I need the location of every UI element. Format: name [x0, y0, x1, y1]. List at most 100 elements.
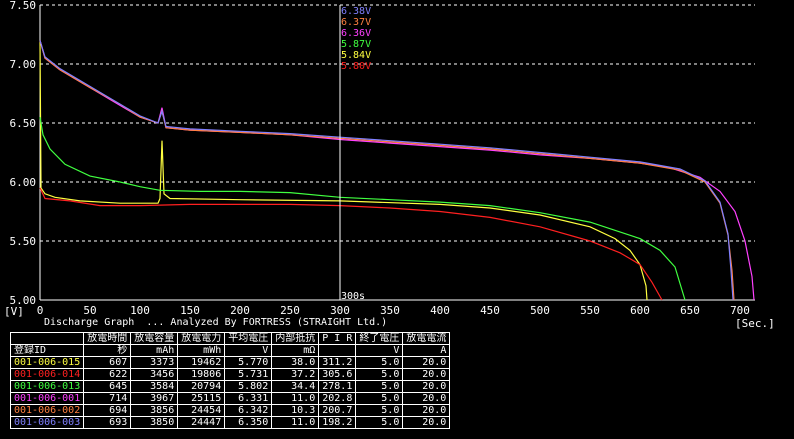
series-line-001-006-002 [39, 40, 735, 301]
cursor-readout: 5.87V [341, 39, 371, 50]
registration-id: 001-006-015 [9, 356, 85, 369]
x-tick-label: 150 [180, 304, 200, 317]
cursor-readout: 5.84V [341, 50, 371, 61]
table-cell: 20794 [177, 380, 226, 393]
table-cell: 37.2 [271, 368, 320, 381]
table-row: 001-006-003 693 3850 24447 6.350 11.0 198.2 5.0… [9, 416, 451, 429]
y-tick-label: 6.00 [10, 176, 37, 189]
column-unit: V [355, 344, 404, 357]
table-cell: 20.0 [402, 368, 451, 381]
registration-id: 001-006-003 [9, 416, 85, 429]
registration-id: 001-006-014 [9, 368, 85, 381]
table-cell: 693 [83, 416, 132, 429]
x-tick-label: 0 [37, 304, 44, 317]
series-line-001-006-015 [39, 40, 648, 301]
table-cell: 24447 [177, 416, 226, 429]
table-cell: 694 [83, 404, 132, 417]
table-cell: 6.331 [224, 392, 273, 405]
x-tick-label: 300 [330, 304, 350, 317]
table-row: 001-006-014 622 3456 19806 5.731 37.2 305.6 5.0… [9, 368, 451, 381]
table-cell: 3856 [130, 404, 179, 417]
column-unit: 秒 [83, 344, 132, 357]
table-cell: 5.0 [355, 368, 404, 381]
table-cell: 20.0 [402, 356, 451, 369]
x-tick-label: 400 [430, 304, 450, 317]
table-cell: 3967 [130, 392, 179, 405]
cursor-readout: 6.38V [341, 6, 371, 17]
column-unit: mAh [130, 344, 179, 357]
cursor-readout: 6.36V [341, 28, 371, 39]
column-header: 放電電流 [402, 332, 451, 345]
x-axis-label: [Sec.] [735, 317, 775, 330]
x-tick-label: 50 [83, 304, 96, 317]
column-header: 放電電力 [177, 332, 226, 345]
table-cell: 645 [83, 380, 132, 393]
x-tick-label: 600 [630, 304, 650, 317]
table-row: 001-006-015 607 3373 19462 5.770 38.0 311.2 5.0… [9, 356, 451, 369]
column-header: 終了電圧 [355, 332, 404, 345]
table-cell: 6.342 [224, 404, 273, 417]
table-cell: 5.731 [224, 368, 273, 381]
x-tick-label: 500 [530, 304, 550, 317]
table-cell: 200.7 [318, 404, 357, 417]
y-tick-label: 5.50 [10, 235, 37, 248]
registration-id: 001-006-013 [9, 380, 85, 393]
table-cell: 3850 [130, 416, 179, 429]
table-header-row: 登録ID 秒 mAh mWh VmΩ V A [9, 344, 451, 357]
x-tick-label: 250 [280, 304, 300, 317]
column-unit: mWh [177, 344, 226, 357]
column-header: P I R [318, 332, 357, 345]
table-cell: 19806 [177, 368, 226, 381]
cursor-time-label: 300s [341, 291, 365, 302]
table-cell: 3584 [130, 380, 179, 393]
cursor-readout: 5.80V [341, 61, 371, 72]
table-cell: 305.6 [318, 368, 357, 381]
x-tick-label: 450 [480, 304, 500, 317]
table-cell: 278.1 [318, 380, 357, 393]
table-cell: 6.350 [224, 416, 273, 429]
table-cell: 202.8 [318, 392, 357, 405]
series-line-001-006-014 [39, 187, 663, 301]
chart-series [39, 40, 755, 301]
column-header [9, 332, 85, 345]
chart-cursor: 6.38V6.37V6.36V5.87V5.84V5.80V 300s [339, 5, 371, 302]
table-cell: 24454 [177, 404, 226, 417]
table-cell: 622 [83, 368, 132, 381]
table-cell: 5.0 [355, 404, 404, 417]
column-header: 放電容量 [130, 332, 179, 345]
column-unit: mΩ [271, 344, 320, 357]
y-tick-label: 7.00 [10, 58, 37, 71]
table-cell: 714 [83, 392, 132, 405]
discharge-chart: 5.005.506.006.507.007.500 50 100 150 200 250 3… [4, 0, 775, 330]
table-cell: 5.802 [224, 380, 273, 393]
x-tick-label: 350 [380, 304, 400, 317]
series-line-001-006-013 [39, 116, 686, 301]
column-header-id: 登録ID [9, 344, 85, 357]
table-cell: 38.0 [271, 356, 320, 369]
table-cell: 34.4 [271, 380, 320, 393]
x-tick-label: 700 [730, 304, 750, 317]
x-tick-label: 550 [580, 304, 600, 317]
table-cell: 20.0 [402, 380, 451, 393]
x-tick-label: 100 [130, 304, 150, 317]
table-cell: 25115 [177, 392, 226, 405]
column-unit: A [402, 344, 451, 357]
table-cell: 20.0 [402, 404, 451, 417]
registration-id: 001-006-002 [9, 404, 85, 417]
table-cell: 20.0 [402, 392, 451, 405]
table-cell: 5.0 [355, 416, 404, 429]
column-unit [318, 344, 357, 357]
table-row: 001-006-002 694 3856 24454 6.342 10.3 200.7 5.0… [9, 404, 451, 417]
table-cell: 198.2 [318, 416, 357, 429]
column-header: 放電時間 [83, 332, 132, 345]
column-unit: V [224, 344, 273, 357]
table-row: 001-006-001 714 3967 25115 6.331 11.0 202.8 5.0… [9, 392, 451, 405]
table-cell: 5.770 [224, 356, 273, 369]
table-cell: 10.3 [271, 404, 320, 417]
table-cell: 311.2 [318, 356, 357, 369]
results-table: 放電時間 放電容量 放電電力 平均電圧 内部抵抗 P I R 終了電圧 放電電流 登録ID 秒 m… [9, 332, 451, 429]
column-header: 平均電圧 [224, 332, 273, 345]
x-tick-label: 200 [230, 304, 250, 317]
table-cell: 3373 [130, 356, 179, 369]
table-cell: 11.0 [271, 416, 320, 429]
